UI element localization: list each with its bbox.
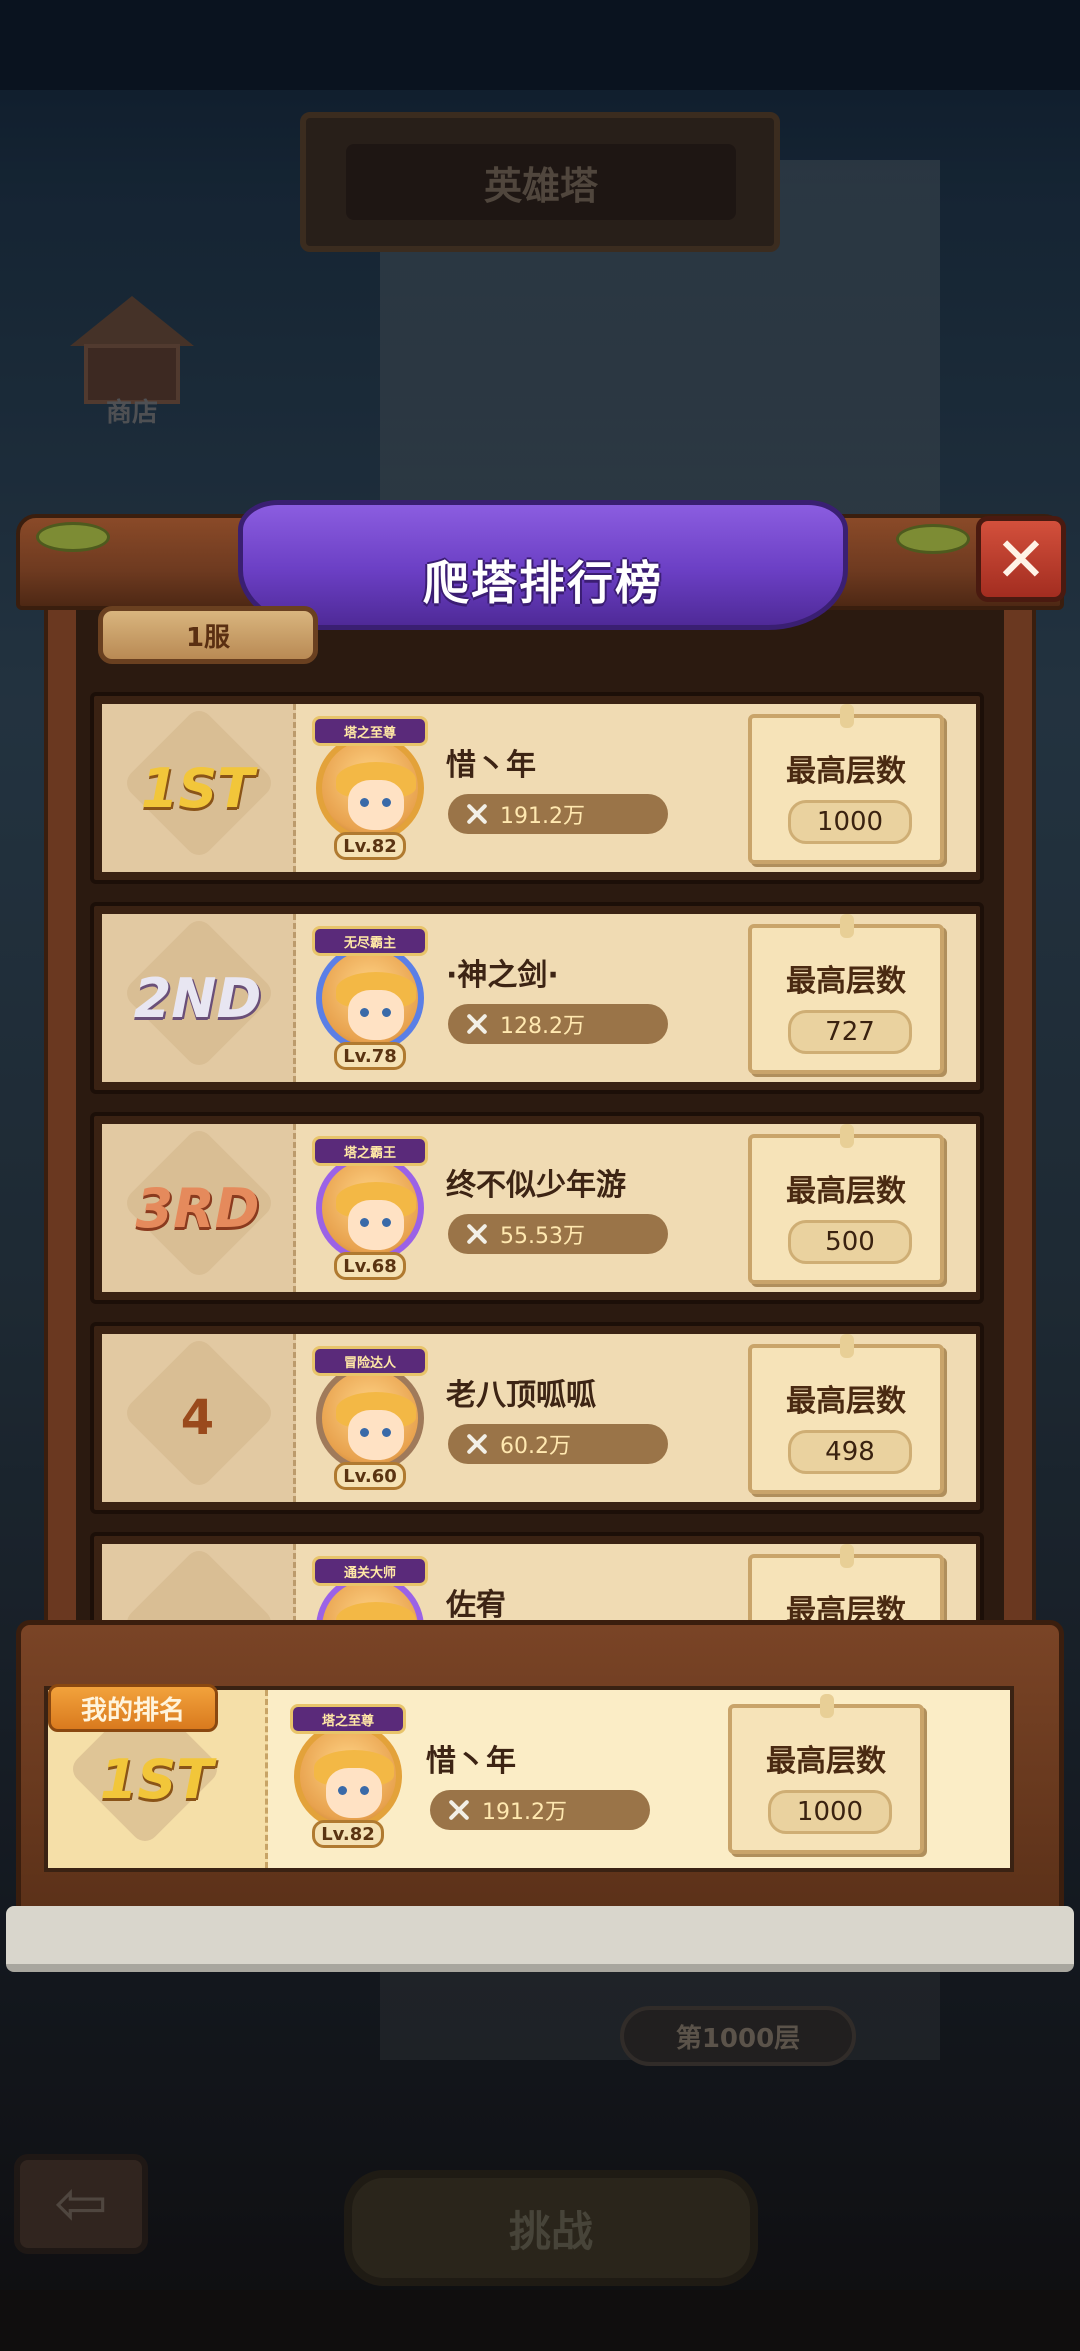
sword-icon — [464, 1221, 490, 1247]
pin-icon — [840, 1124, 854, 1148]
title-banner: 爬塔排行榜 — [238, 500, 848, 630]
server-tab[interactable]: 1服 — [98, 606, 318, 664]
sword-icon — [464, 1431, 490, 1457]
floor-value: 498 — [788, 1430, 912, 1474]
rank-row-3[interactable]: 3RD 塔之霸王 Lv.68 终不似少年游 55.53万 最高层数 500 — [90, 1112, 984, 1304]
player-name: 惜丶年 — [426, 1744, 516, 1779]
rank-cell: 2ND — [102, 914, 296, 1082]
rank-row-2[interactable]: 2ND 无尽霸主 Lv.78 ·神之剑· 128.2万 最高层数 727 — [90, 902, 984, 1094]
rank-label: 2ND — [133, 966, 262, 1030]
rank-row-4[interactable]: 4 冒险达人 Lv.60 老八顶呱呱 60.2万 最高层数 498 — [90, 1322, 984, 1514]
floor-value: 1000 — [788, 800, 912, 844]
avatar[interactable]: 塔之至尊 Lv.82 — [288, 1704, 408, 1848]
player-name: 佐宥 — [446, 1588, 506, 1623]
level-badge: Lv.60 — [334, 1462, 406, 1490]
pin-icon — [840, 704, 854, 728]
power-pill: 128.2万 — [448, 1004, 668, 1044]
floor-value: 1000 — [768, 1790, 892, 1834]
avatar-frame — [316, 734, 424, 842]
panel-title: 爬塔排行榜 — [423, 556, 663, 610]
avatar-title-badge: 冒险达人 — [312, 1346, 428, 1376]
floor-value: 500 — [788, 1220, 912, 1264]
floor-value: 727 — [788, 1010, 912, 1054]
power-value: 128.2万 — [500, 1014, 585, 1039]
level-badge: Lv.78 — [334, 1042, 406, 1070]
row-body: 塔之霸王 Lv.68 终不似少年游 55.53万 最高层数 500 — [296, 1124, 976, 1292]
leaf-decoration — [36, 522, 110, 552]
avatar-title-badge: 无尽霸主 — [312, 926, 428, 956]
player-name: 老八顶呱呱 — [446, 1378, 596, 1413]
player-name: ·神之剑· — [446, 958, 559, 993]
level-badge: Lv.82 — [334, 832, 406, 860]
floor-card: 最高层数 727 — [748, 914, 944, 1074]
rank-cell: 1ST — [102, 704, 296, 872]
rank-label: 4 — [180, 1390, 215, 1446]
rank-cell: 4 — [102, 1334, 296, 1502]
avatar-face — [348, 1200, 404, 1250]
level-badge: Lv.68 — [334, 1252, 406, 1280]
avatar-frame — [316, 944, 424, 1052]
avatar-frame — [316, 1154, 424, 1262]
avatar-title-badge: 塔之至尊 — [312, 716, 428, 746]
avatar-frame — [316, 1364, 424, 1472]
close-icon: ✕ — [995, 522, 1047, 596]
floor-label: 最高层数 — [766, 1744, 886, 1779]
my-rank-label: 1ST — [99, 1747, 214, 1811]
floor-label: 最高层数 — [786, 1384, 906, 1419]
level-badge: Lv.82 — [312, 1820, 384, 1848]
floor-label: 最高层数 — [786, 964, 906, 999]
avatar-title-badge: 通关大师 — [312, 1556, 428, 1586]
player-name: 惜丶年 — [446, 748, 536, 783]
player-name: 终不似少年游 — [446, 1168, 626, 1203]
power-value: 191.2万 — [500, 804, 585, 829]
leaf-decoration — [896, 524, 970, 554]
power-pill: 55.53万 — [448, 1214, 668, 1254]
rank-label: 1ST — [140, 756, 255, 820]
floor-label: 最高层数 — [786, 754, 906, 789]
my-rank-tag: 我的排名 — [48, 1684, 218, 1732]
avatar[interactable]: 无尽霸主 Lv.78 — [310, 926, 430, 1070]
floor-card: 最高层数 500 — [748, 1124, 944, 1284]
power-value: 60.2万 — [500, 1434, 571, 1459]
row-body: 塔之至尊 Lv.82 惜丶年 191.2万 最高层数 1000 — [296, 704, 976, 872]
avatar-face — [348, 990, 404, 1040]
avatar-face — [348, 780, 404, 830]
power-value: 191.2万 — [482, 1800, 567, 1825]
avatar-face — [348, 1410, 404, 1460]
sword-icon — [446, 1797, 472, 1823]
power-pill: 60.2万 — [448, 1424, 668, 1464]
power-pill: 191.2万 — [430, 1790, 650, 1830]
close-button[interactable]: ✕ — [976, 516, 1066, 602]
power-value: 55.53万 — [500, 1224, 585, 1249]
floor-card: 最高层数 498 — [748, 1334, 944, 1494]
avatar[interactable]: 冒险达人 Lv.60 — [310, 1346, 430, 1490]
stone-ledge — [6, 1906, 1074, 1972]
avatar[interactable]: 塔之至尊 Lv.82 — [310, 716, 430, 860]
rank-cell: 3RD — [102, 1124, 296, 1292]
pin-icon — [840, 914, 854, 938]
row-body: 冒险达人 Lv.60 老八顶呱呱 60.2万 最高层数 498 — [296, 1334, 976, 1502]
my-row-body: 塔之至尊 Lv.82 惜丶年 191.2万 最高层数 1000 — [268, 1690, 1010, 1868]
pin-icon — [840, 1544, 854, 1568]
floor-card: 最高层数 1000 — [728, 1694, 924, 1854]
avatar-frame — [294, 1722, 402, 1830]
rank-label: 3RD — [135, 1176, 260, 1240]
avatar[interactable]: 塔之霸王 Lv.68 — [310, 1136, 430, 1280]
avatar-title-badge: 塔之霸王 — [312, 1136, 428, 1166]
avatar-title-badge: 塔之至尊 — [290, 1704, 406, 1734]
sword-icon — [464, 801, 490, 827]
power-pill: 191.2万 — [448, 794, 668, 834]
pin-icon — [820, 1694, 834, 1718]
rank-row-1[interactable]: 1ST 塔之至尊 Lv.82 惜丶年 191.2万 最高层数 1000 — [90, 692, 984, 884]
floor-card: 最高层数 1000 — [748, 704, 944, 864]
row-body: 无尽霸主 Lv.78 ·神之剑· 128.2万 最高层数 727 — [296, 914, 976, 1082]
avatar-face — [326, 1768, 382, 1818]
sword-icon — [464, 1011, 490, 1037]
pin-icon — [840, 1334, 854, 1358]
floor-label: 最高层数 — [786, 1174, 906, 1209]
